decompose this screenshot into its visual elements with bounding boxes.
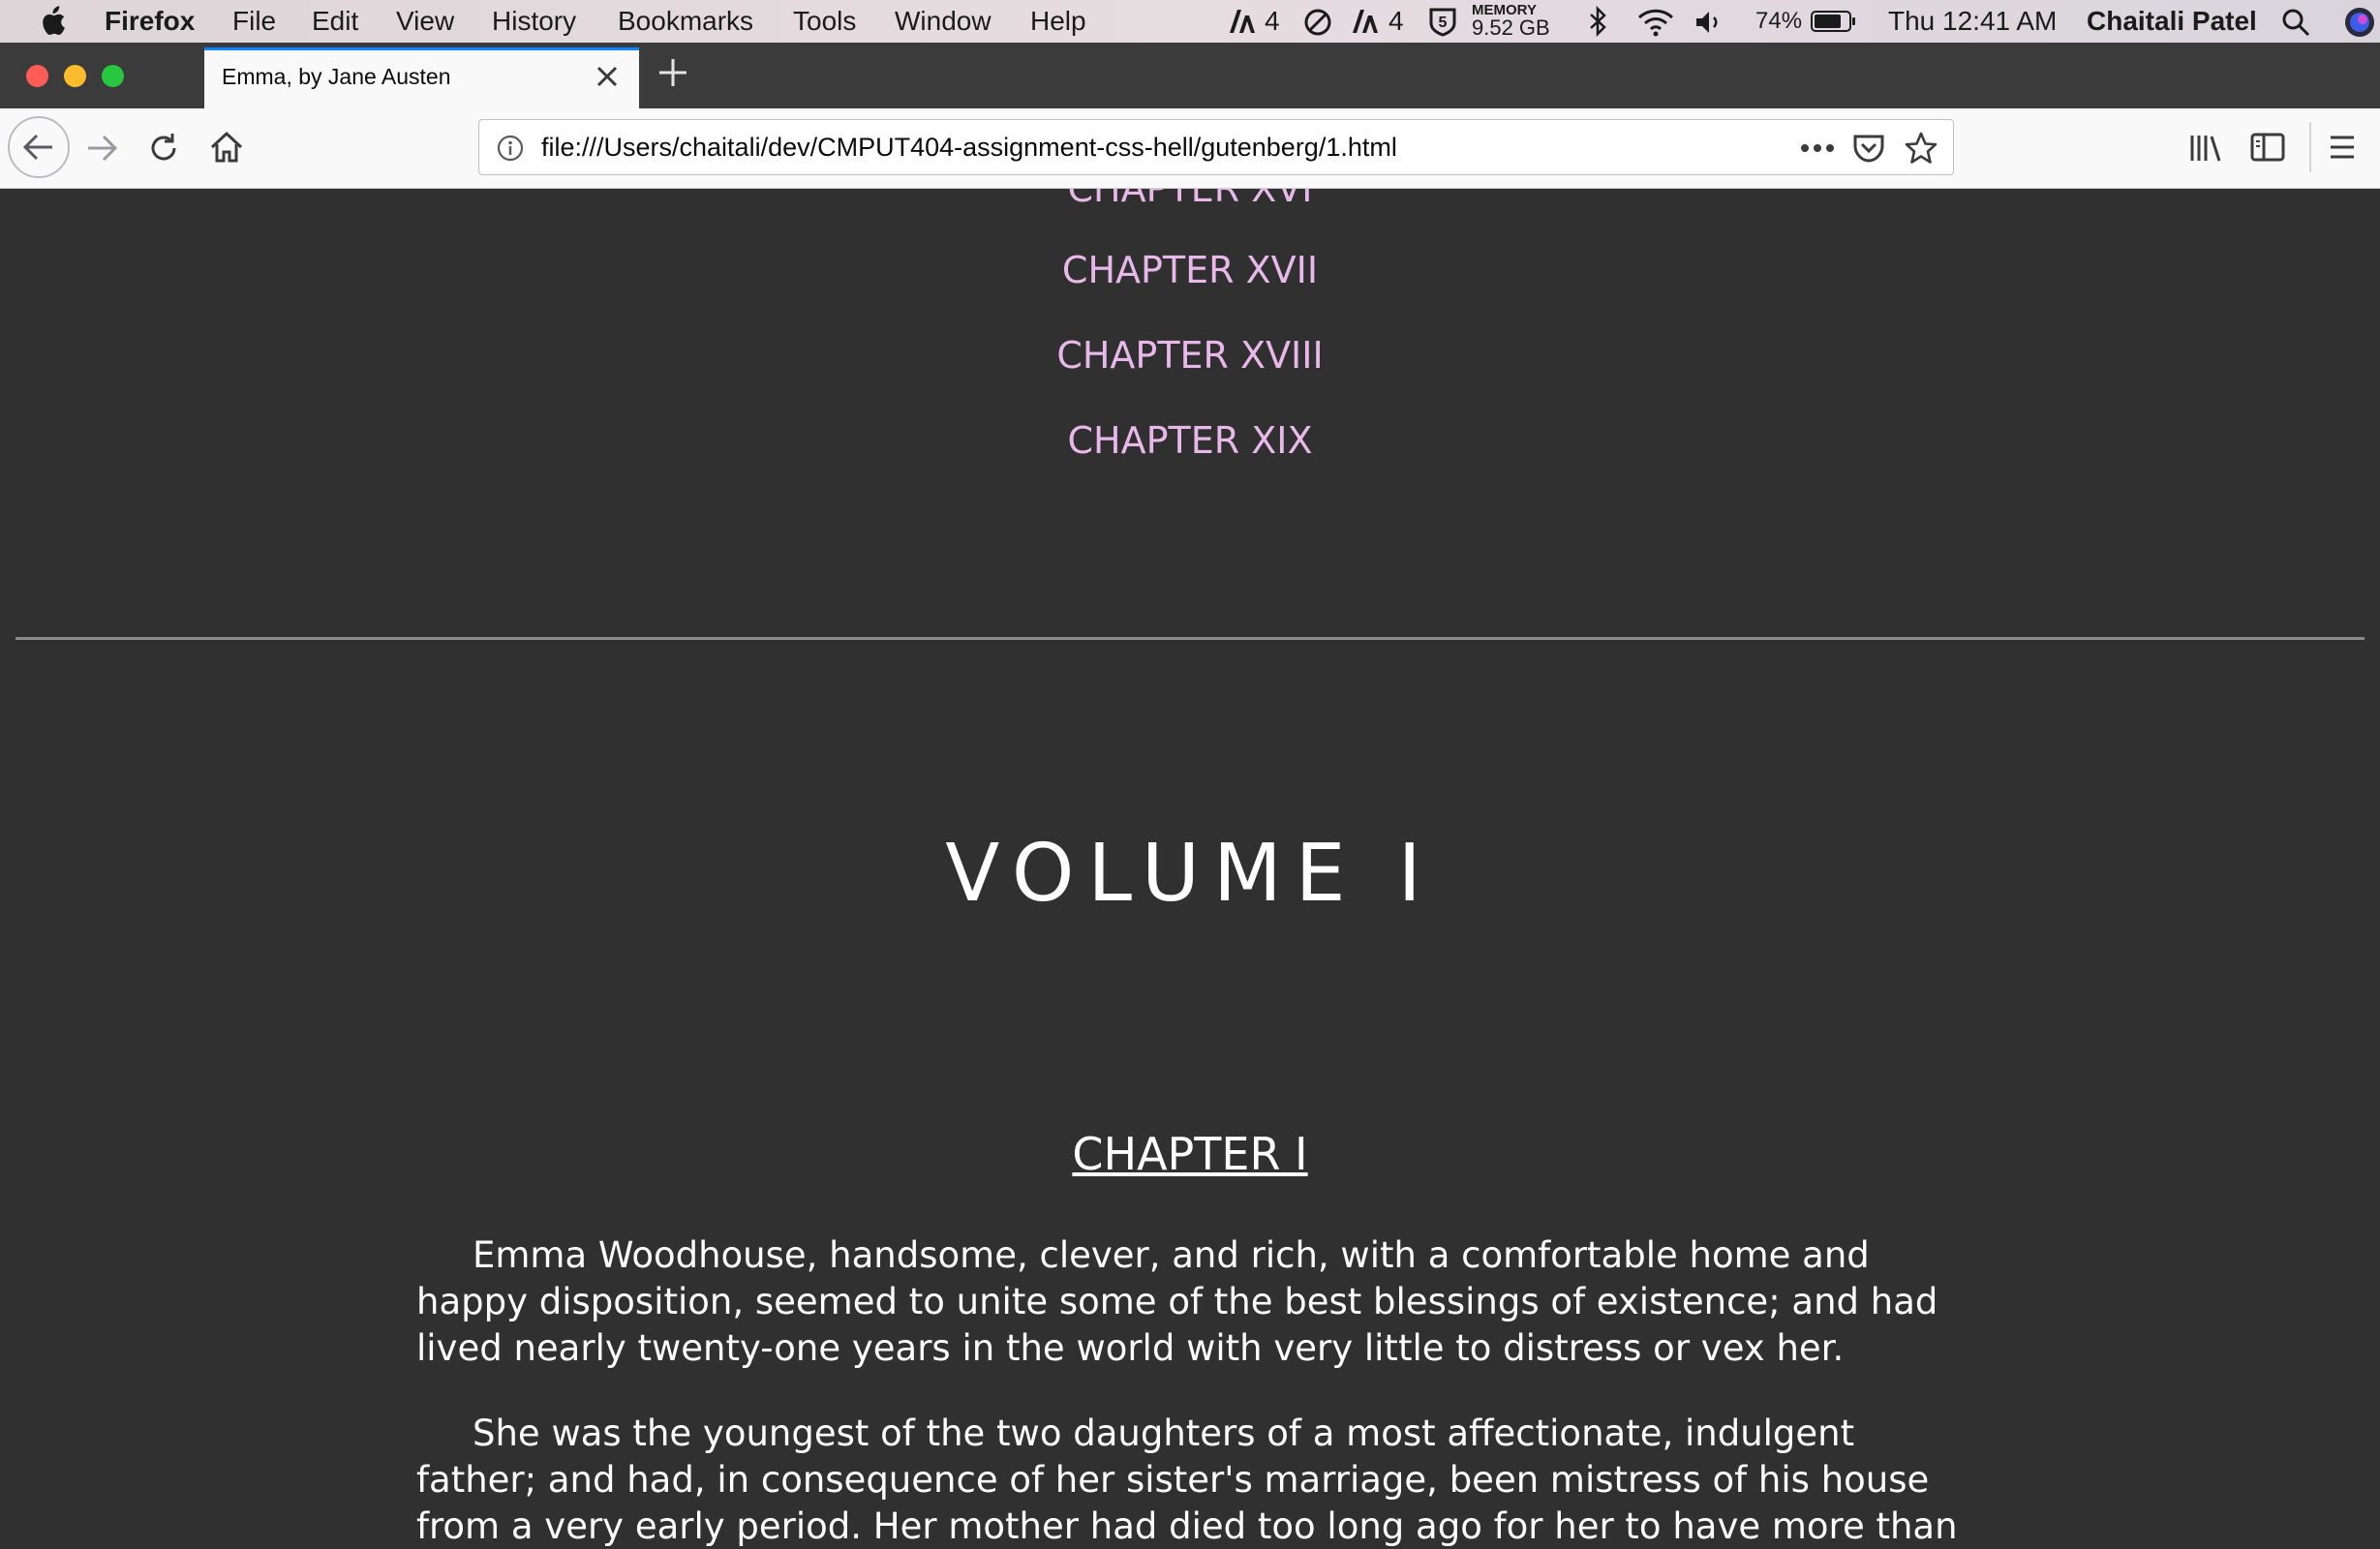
volume-heading: VOLUME I <box>945 828 1435 920</box>
battery-icon[interactable] <box>1811 10 1857 33</box>
star-icon[interactable] <box>1905 132 1938 165</box>
battery-percent: 74% <box>1755 8 1803 34</box>
tab-strip: Emma, by Jane Austen <box>0 43 2380 108</box>
menu-window[interactable]: Window <box>895 5 992 38</box>
paragraph: Emma Woodhouse, handsome, clever, and ri… <box>416 1234 1938 1369</box>
paragraph: She was the youngest of the two daughter… <box>416 1412 1958 1547</box>
menu-file[interactable]: File <box>232 5 276 38</box>
menu-bookmarks[interactable]: Bookmarks <box>618 5 753 38</box>
clock[interactable]: Thu 12:41 AM <box>1888 5 2057 38</box>
home-icon[interactable] <box>209 130 244 165</box>
user-name[interactable]: Chaitali Patel <box>2087 5 2257 38</box>
pocket-icon[interactable] <box>1852 133 1885 164</box>
sidebar-icon[interactable] <box>2250 132 2285 163</box>
reload-icon[interactable] <box>147 132 180 165</box>
menu-view[interactable]: View <box>396 5 454 38</box>
toc-link[interactable]: CHAPTER XVI <box>0 189 2380 210</box>
adobe-count-2: 4 <box>1388 6 1404 36</box>
menu-help[interactable]: Help <box>1030 5 1086 38</box>
chapter-heading[interactable]: CHAPTER I <box>0 1128 2380 1180</box>
toc-link[interactable]: CHAPTER XIX <box>0 419 2380 462</box>
close-window-button[interactable] <box>26 65 48 87</box>
tab-emma[interactable]: Emma, by Jane Austen <box>204 47 639 108</box>
menu-app-name[interactable]: Firefox <box>105 5 195 38</box>
zoom-window-button[interactable] <box>102 65 124 87</box>
page-content: CHAPTER XVI CHAPTER XVII CHAPTER XVIII C… <box>0 189 2380 1549</box>
menu-icon[interactable] <box>2328 134 2357 161</box>
siri-icon[interactable] <box>2343 6 2376 39</box>
macos-menu-bar: Firefox File Edit View History Bookmarks… <box>0 0 2380 43</box>
menu-edit[interactable]: Edit <box>312 5 358 38</box>
toc-link[interactable]: CHAPTER XVIII <box>0 334 2380 377</box>
horizontal-rule <box>15 637 2365 640</box>
forward-icon[interactable] <box>85 132 118 165</box>
navigation-toolbar: file:///Users/chaitali/dev/CMPUT404-assi… <box>0 108 2380 189</box>
more-icon[interactable] <box>1800 143 1835 153</box>
tab-title: Emma, by Jane Austen <box>222 64 451 89</box>
url-text[interactable]: file:///Users/chaitali/dev/CMPUT404-assi… <box>541 133 1397 163</box>
adobe-count-1: 4 <box>1265 6 1280 36</box>
url-bar[interactable]: file:///Users/chaitali/dev/CMPUT404-assi… <box>478 119 1954 175</box>
istat-icon[interactable]: 5 <box>1427 6 1458 37</box>
adobe-icon[interactable] <box>1351 8 1380 35</box>
adobe-icon[interactable] <box>1228 8 1257 35</box>
toolbar-separator <box>2309 122 2311 172</box>
minimize-window-button[interactable] <box>64 65 86 87</box>
apple-icon[interactable] <box>39 6 66 37</box>
info-icon[interactable] <box>497 135 524 162</box>
back-icon[interactable] <box>7 115 71 179</box>
svg-text:5: 5 <box>1439 15 1448 31</box>
spotlight-icon[interactable] <box>2281 8 2310 37</box>
volume-icon[interactable] <box>1694 9 1725 36</box>
new-tab-icon[interactable] <box>656 56 689 89</box>
wifi-icon[interactable] <box>1636 8 1675 37</box>
menu-tools[interactable]: Tools <box>793 5 856 38</box>
toc-link[interactable]: CHAPTER XVII <box>0 249 2380 291</box>
bluetooth-icon[interactable] <box>1586 6 1609 37</box>
library-icon[interactable] <box>2188 132 2223 165</box>
close-icon[interactable] <box>593 62 622 91</box>
sync-icon[interactable] <box>1303 8 1332 37</box>
menu-history[interactable]: History <box>492 5 576 38</box>
memory-value: 9.52 GB <box>1472 15 1550 40</box>
